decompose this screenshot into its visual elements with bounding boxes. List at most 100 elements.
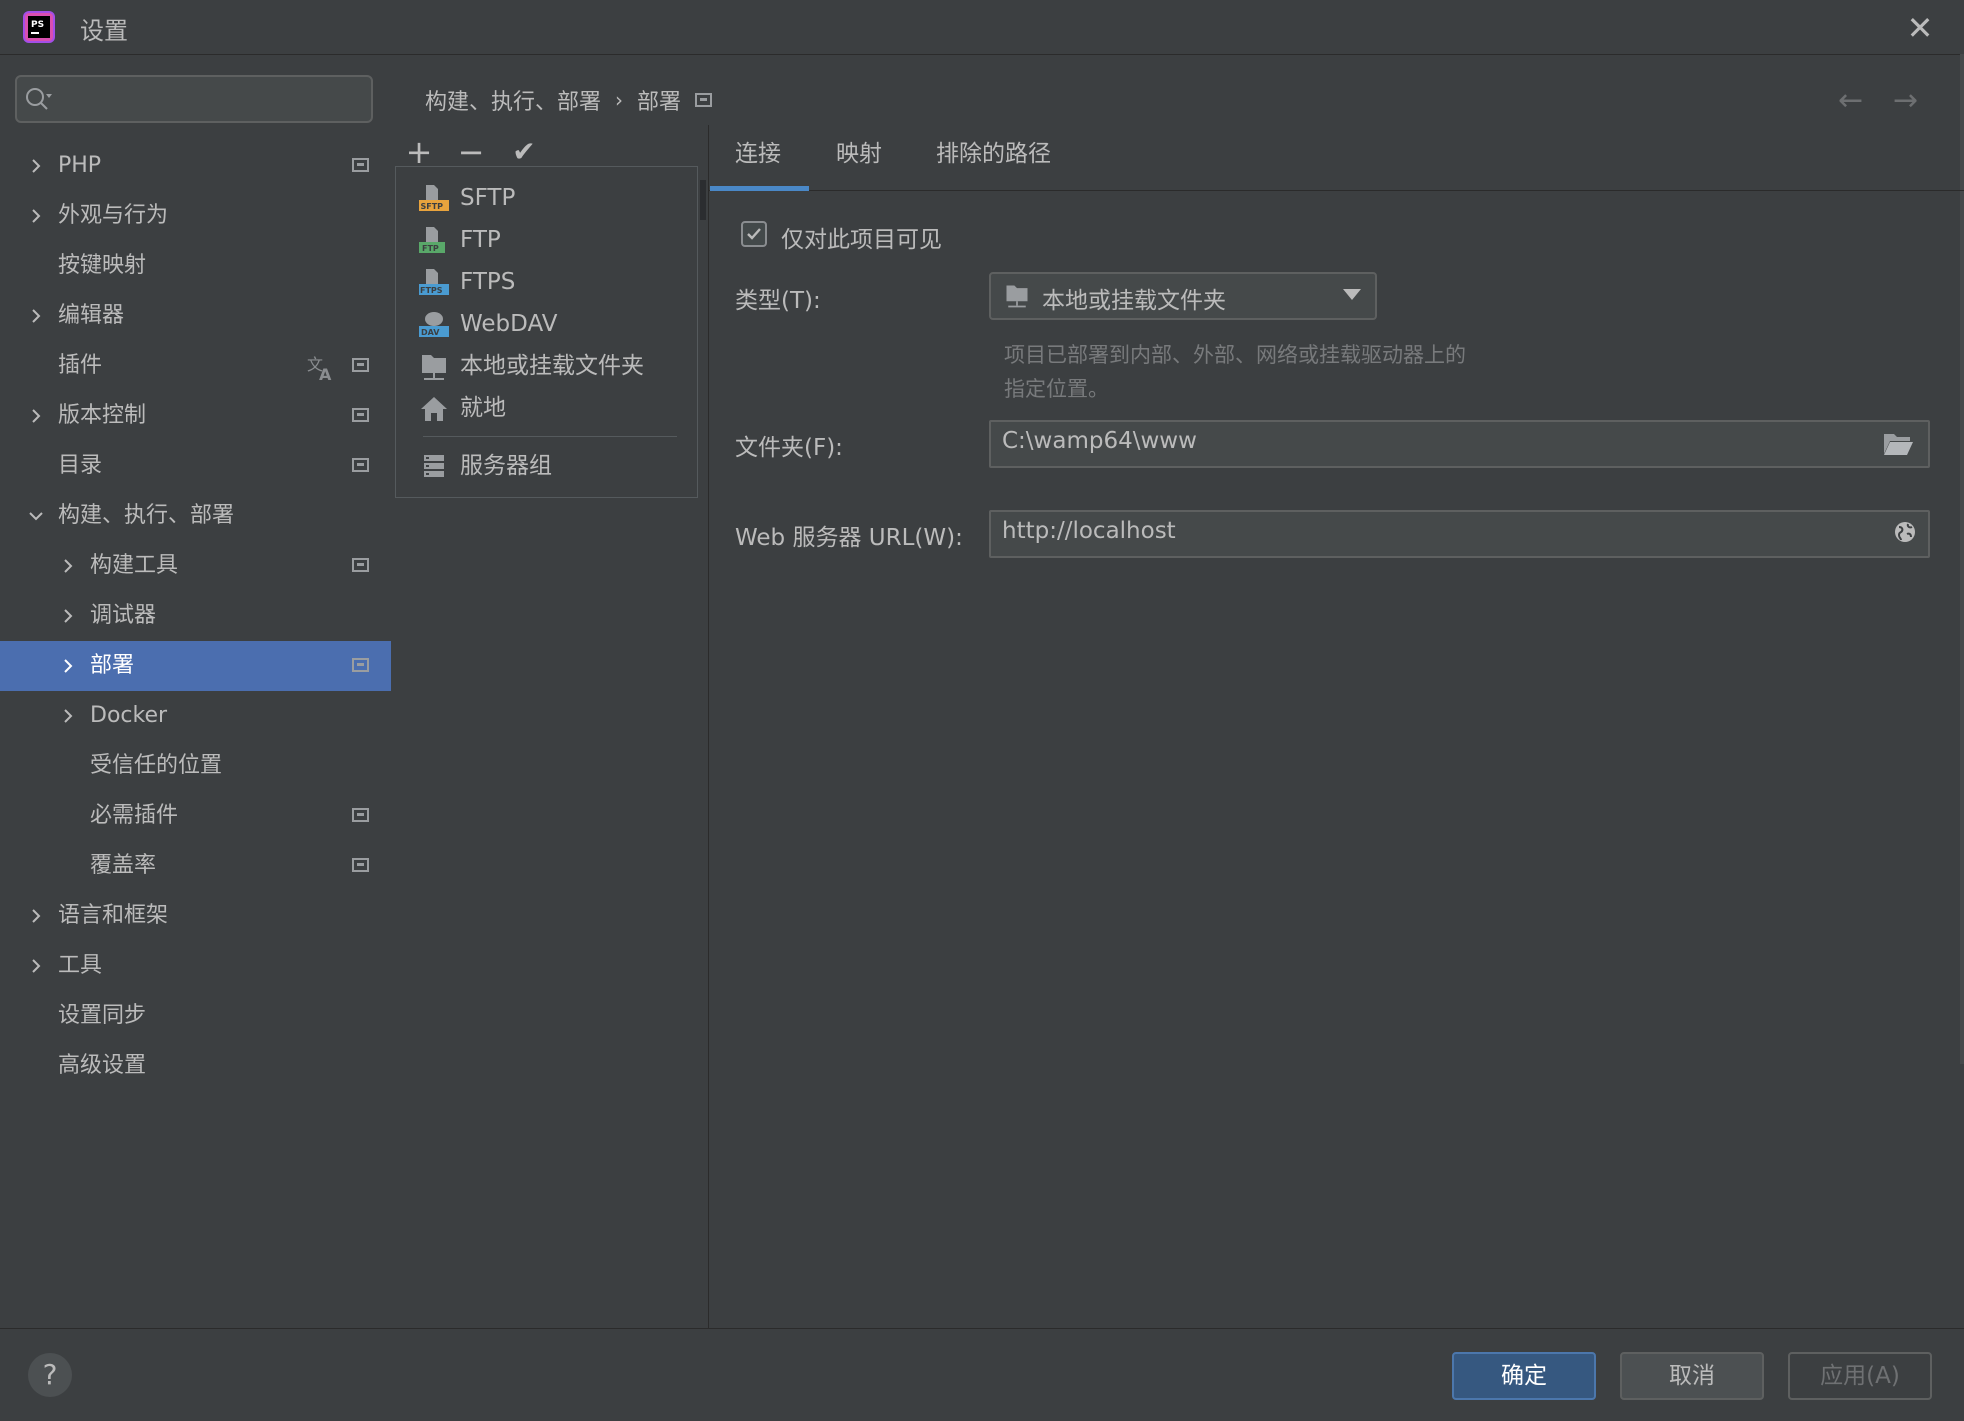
add-server-button[interactable]: + (401, 134, 437, 170)
sidebar-item-settings-sync[interactable]: 设置同步 (0, 991, 391, 1041)
popup-item-label: FTPS (460, 269, 516, 295)
sidebar-item-version-control[interactable]: 版本控制 (0, 391, 391, 441)
search-input[interactable] (15, 75, 373, 123)
cancel-button[interactable]: 取消 (1620, 1352, 1764, 1400)
sidebar-item-debugger[interactable]: 调试器 (0, 591, 391, 641)
popup-item-sftp[interactable]: SFTP SFTP (396, 177, 697, 219)
sidebar-item-label: 必需插件 (90, 803, 179, 828)
sidebar-item-label: 外观与行为 (58, 203, 169, 228)
scrollbar[interactable] (700, 180, 706, 220)
sidebar-item-trusted-locations[interactable]: 受信任的位置 (0, 741, 391, 791)
popup-item-ftp[interactable]: FTP FTP (396, 219, 697, 261)
sidebar-item-appearance-behavior[interactable]: 外观与行为 (0, 191, 391, 241)
sidebar-item-docker[interactable]: Docker (0, 691, 391, 741)
popup-item-ftps[interactable]: FTPS FTPS (396, 261, 697, 303)
chevron-down-icon[interactable] (26, 491, 46, 541)
window-title: 设置 (80, 17, 128, 45)
chevron-right-icon[interactable] (26, 141, 46, 191)
project-scope-icon (352, 658, 369, 672)
browse-folder-icon[interactable] (1882, 430, 1914, 458)
sidebar-item-label: 按键映射 (58, 253, 147, 278)
close-icon[interactable]: ✕ (1900, 8, 1940, 48)
apply-button[interactable]: 应用(A) (1788, 1352, 1932, 1400)
sidebar-item-label: PHP (58, 153, 102, 178)
popup-item-label: 服务器组 (460, 453, 552, 479)
svg-text:DAV: DAV (421, 328, 440, 337)
type-hint-text: 指定位置。 (1004, 377, 1109, 401)
popup-item-in-place[interactable]: 就地 (396, 387, 697, 429)
chevron-right-icon[interactable] (58, 591, 78, 641)
chevron-right-icon[interactable] (58, 541, 78, 591)
sidebar-item-label: 高级设置 (58, 1053, 147, 1078)
local-folder-icon (418, 351, 450, 383)
popup-item-label: SFTP (460, 185, 516, 211)
sidebar-item-deployment[interactable]: 部署 (0, 641, 391, 691)
sidebar-item-build-tools[interactable]: 构建工具 (0, 541, 391, 591)
sidebar-item-label: 构建、执行、部署 (58, 503, 235, 528)
sidebar-item-tools[interactable]: 工具 (0, 941, 391, 991)
pane-divider[interactable] (708, 125, 709, 1328)
title-bar (0, 0, 1964, 55)
sidebar-item-build-execution-deployment[interactable]: 构建、执行、部署 (0, 491, 391, 541)
server-type-popup: SFTP SFTP FTP FTP FTPS FTPS DAV WebDAV 本… (395, 166, 698, 498)
set-default-button[interactable]: ✔ (506, 134, 542, 170)
sidebar-item-languages-frameworks[interactable]: 语言和框架 (0, 891, 391, 941)
chevron-right-icon[interactable] (26, 391, 46, 441)
visible-only-label[interactable]: 仅对此项目可见 (781, 220, 942, 254)
type-label: 类型(T): (735, 288, 821, 314)
folder-label: 文件夹(F): (735, 435, 843, 461)
project-scope-icon (695, 93, 713, 107)
sidebar-item-label: 受信任的位置 (90, 753, 223, 778)
scrollbar[interactable] (1960, 54, 1964, 1064)
popup-item-webdav[interactable]: DAV WebDAV (396, 303, 697, 345)
tab-connection[interactable]: 连接 (735, 134, 781, 168)
ok-button[interactable]: 确定 (1452, 1352, 1596, 1400)
breadcrumb-current: 部署 (637, 90, 682, 115)
tab-excluded-paths[interactable]: 排除的路径 (936, 134, 1051, 168)
popup-item-label: 本地或挂载文件夹 (460, 353, 644, 379)
back-arrow-icon[interactable]: ← (1838, 83, 1863, 118)
sidebar-item-editor[interactable]: 编辑器 (0, 291, 391, 341)
sidebar-item-advanced-settings[interactable]: 高级设置 (0, 1041, 391, 1091)
url-field-value[interactable]: http://localhost (1002, 518, 1176, 544)
popup-item-local-folder[interactable]: 本地或挂载文件夹 (396, 345, 697, 387)
svg-text:FTP: FTP (422, 244, 439, 253)
chevron-right-icon[interactable] (58, 641, 78, 691)
ftp-icon: FTP (418, 225, 450, 257)
sidebar-item-label: 设置同步 (58, 1003, 147, 1028)
breadcrumb-parent[interactable]: 构建、执行、部署 (425, 84, 601, 116)
forward-arrow-icon[interactable]: → (1893, 83, 1918, 118)
chevron-right-icon[interactable] (58, 691, 78, 741)
local-folder-icon (1003, 282, 1031, 310)
visible-only-checkbox[interactable] (741, 221, 767, 247)
chevron-right-icon[interactable] (26, 941, 46, 991)
help-button[interactable]: ? (28, 1353, 72, 1397)
popup-item-label: WebDAV (460, 311, 558, 337)
chevron-right-icon[interactable] (26, 191, 46, 241)
chevron-right-icon[interactable] (26, 891, 46, 941)
sidebar-item-coverage[interactable]: 覆盖率 (0, 841, 391, 891)
tab-mappings[interactable]: 映射 (836, 134, 882, 168)
sidebar-item-keymap[interactable]: 按键映射 (0, 241, 391, 291)
sidebar-item-plugins[interactable]: 插件 文 A (0, 341, 391, 391)
sidebar-item-label: 工具 (58, 953, 103, 978)
sidebar-item-php[interactable]: PHP (0, 141, 391, 191)
sidebar-item-label: Docker (90, 703, 168, 728)
popup-item-server-group[interactable]: 服务器组 (396, 445, 697, 487)
sidebar-item-label: 语言和框架 (58, 903, 169, 928)
sidebar-item-required-plugins[interactable]: 必需插件 (0, 791, 391, 841)
ftps-icon: FTPS (418, 267, 450, 299)
url-label: Web 服务器 URL(W): (735, 525, 963, 551)
breadcrumb-separator: › (615, 88, 624, 112)
type-select-value: 本地或挂载文件夹 (1042, 288, 1226, 314)
folder-field-value[interactable]: C:\wamp64\www (1002, 428, 1197, 454)
project-scope-icon (352, 458, 369, 472)
project-scope-icon (352, 158, 369, 172)
sidebar-item-directories[interactable]: 目录 (0, 441, 391, 491)
webdav-icon: DAV (418, 309, 450, 341)
chevron-right-icon[interactable] (26, 291, 46, 341)
popup-item-label: FTP (460, 227, 501, 253)
remove-server-button[interactable]: − (453, 134, 489, 170)
globe-icon[interactable] (1893, 520, 1917, 544)
project-scope-icon (352, 858, 369, 872)
